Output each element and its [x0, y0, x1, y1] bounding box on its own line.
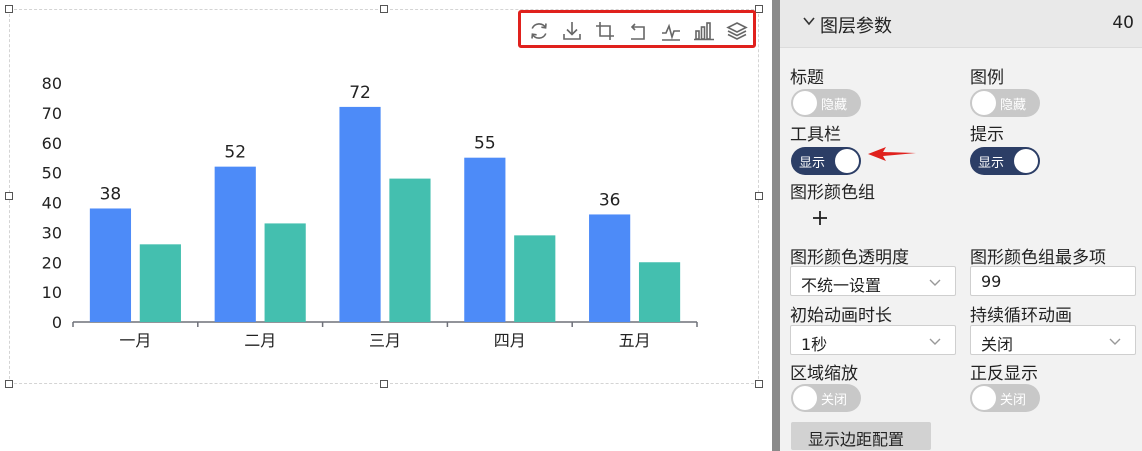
tooltip-label: 提示 [970, 125, 1004, 145]
bar-chart-icon[interactable] [693, 20, 715, 42]
toggle-knob [835, 149, 859, 173]
crop-icon[interactable] [594, 20, 616, 42]
refresh-icon[interactable] [528, 20, 550, 42]
toggle-state: 显示 [978, 156, 1005, 171]
chevron-down-icon [1109, 338, 1121, 345]
inverse-toggle[interactable]: 关闭 [970, 384, 1040, 412]
toggle-state: 隐藏 [1000, 98, 1027, 113]
bar [514, 235, 556, 322]
toggle-state: 关闭 [1000, 393, 1027, 408]
max-colors-label: 图形颜色组最多项 [970, 248, 1106, 268]
toggle-knob [793, 386, 817, 410]
chart-canvas: 0 10 20 30 40 50 60 70 80 38 一月 52 二月 72 三月 55 四月 36 五月 [0, 0, 772, 451]
panel-title: 图层参数 [820, 16, 892, 37]
annotation-arrow [868, 147, 916, 161]
x-tick-label: 四月 [494, 331, 526, 350]
color-group-label: 图形颜色组 [790, 183, 875, 203]
toggle-knob [972, 386, 996, 410]
chart-toolbar [518, 10, 756, 48]
show-margin-config-button[interactable]: 显示边距配置 [791, 422, 931, 450]
bar [464, 157, 506, 322]
inverse-label: 正反显示 [970, 364, 1038, 384]
x-tick-label: 二月 [244, 331, 276, 350]
y-tick-label: 10 [42, 283, 62, 302]
download-icon[interactable] [561, 20, 583, 42]
data-label: 72 [349, 83, 371, 103]
bar [264, 223, 306, 322]
data-label: 52 [224, 143, 246, 163]
bar [589, 214, 631, 322]
add-color-icon[interactable] [810, 208, 830, 228]
title-label: 标题 [790, 68, 824, 88]
anim-duration-label: 初始动画时长 [790, 306, 892, 326]
loop-anim-value: 关闭 [981, 335, 1014, 354]
chevron-down-icon [929, 338, 941, 345]
opacity-label: 图形颜色透明度 [790, 248, 909, 268]
y-tick-label: 50 [42, 164, 62, 183]
toggle-state: 显示 [799, 156, 826, 171]
opacity-value: 不统一设置 [801, 276, 882, 295]
chevron-down-icon [803, 17, 815, 26]
panel-number: 40 [1112, 13, 1134, 33]
zoom-label: 区域缩放 [790, 364, 858, 384]
title-toggle[interactable]: 隐藏 [791, 89, 861, 117]
toggle-knob [1014, 149, 1038, 173]
zoom-toggle[interactable]: 关闭 [791, 384, 861, 412]
bar [638, 262, 681, 322]
toggle-knob [793, 91, 817, 115]
bar [214, 166, 256, 322]
y-tick-label: 20 [42, 253, 62, 272]
anim-duration-value: 1秒 [801, 335, 828, 354]
legend-toggle[interactable]: 隐藏 [970, 89, 1040, 117]
loop-anim-select[interactable]: 关闭 [970, 325, 1136, 355]
data-label: 55 [474, 134, 496, 154]
bar [89, 208, 132, 322]
y-tick-label: 40 [42, 194, 62, 213]
loop-anim-label: 持续循环动画 [970, 306, 1072, 326]
toggle-knob [972, 91, 996, 115]
toggle-state: 关闭 [821, 393, 848, 408]
legend-label: 图例 [970, 68, 1004, 88]
toggle-state: 隐藏 [821, 98, 848, 113]
tooltip-toggle[interactable]: 显示 [970, 147, 1040, 175]
bar [139, 244, 181, 322]
x-tick-label: 三月 [369, 331, 401, 350]
max-colors-input[interactable]: 99 [970, 266, 1136, 296]
x-tick-label: 一月 [119, 331, 151, 350]
y-tick-label: 30 [42, 223, 62, 242]
data-label: 36 [599, 190, 621, 210]
data-label: 38 [100, 184, 122, 204]
undo-icon[interactable] [627, 20, 649, 42]
margin-button-label: 显示边距配置 [808, 430, 905, 449]
layers-icon[interactable] [726, 20, 748, 42]
toolbar-label: 工具栏 [790, 125, 841, 145]
y-tick-label: 0 [52, 313, 62, 332]
chevron-down-icon [929, 279, 941, 286]
panel-divider[interactable] [772, 0, 780, 451]
bar [389, 178, 431, 322]
max-colors-value: 99 [981, 272, 1002, 291]
panel-header[interactable]: 图层参数 40 [780, 0, 1142, 48]
toolbar-toggle[interactable]: 显示 [791, 147, 861, 175]
y-tick-label: 70 [42, 104, 62, 123]
anim-duration-select[interactable]: 1秒 [790, 325, 956, 355]
line-chart-icon[interactable] [660, 20, 682, 42]
opacity-select[interactable]: 不统一设置 [790, 266, 956, 296]
y-tick-label: 60 [42, 134, 62, 153]
y-tick-label: 80 [42, 74, 62, 93]
bar [339, 106, 381, 323]
bar-chart: 0 10 20 30 40 50 60 70 80 38 一月 52 二月 72 三月 55 四月 36 五月 [42, 74, 698, 350]
x-tick-label: 五月 [619, 331, 651, 350]
layer-params-panel: 图层参数 40 标题 图例 隐藏 隐藏 工具栏 提示 显示 显示 图形颜色组 图… [780, 0, 1142, 451]
